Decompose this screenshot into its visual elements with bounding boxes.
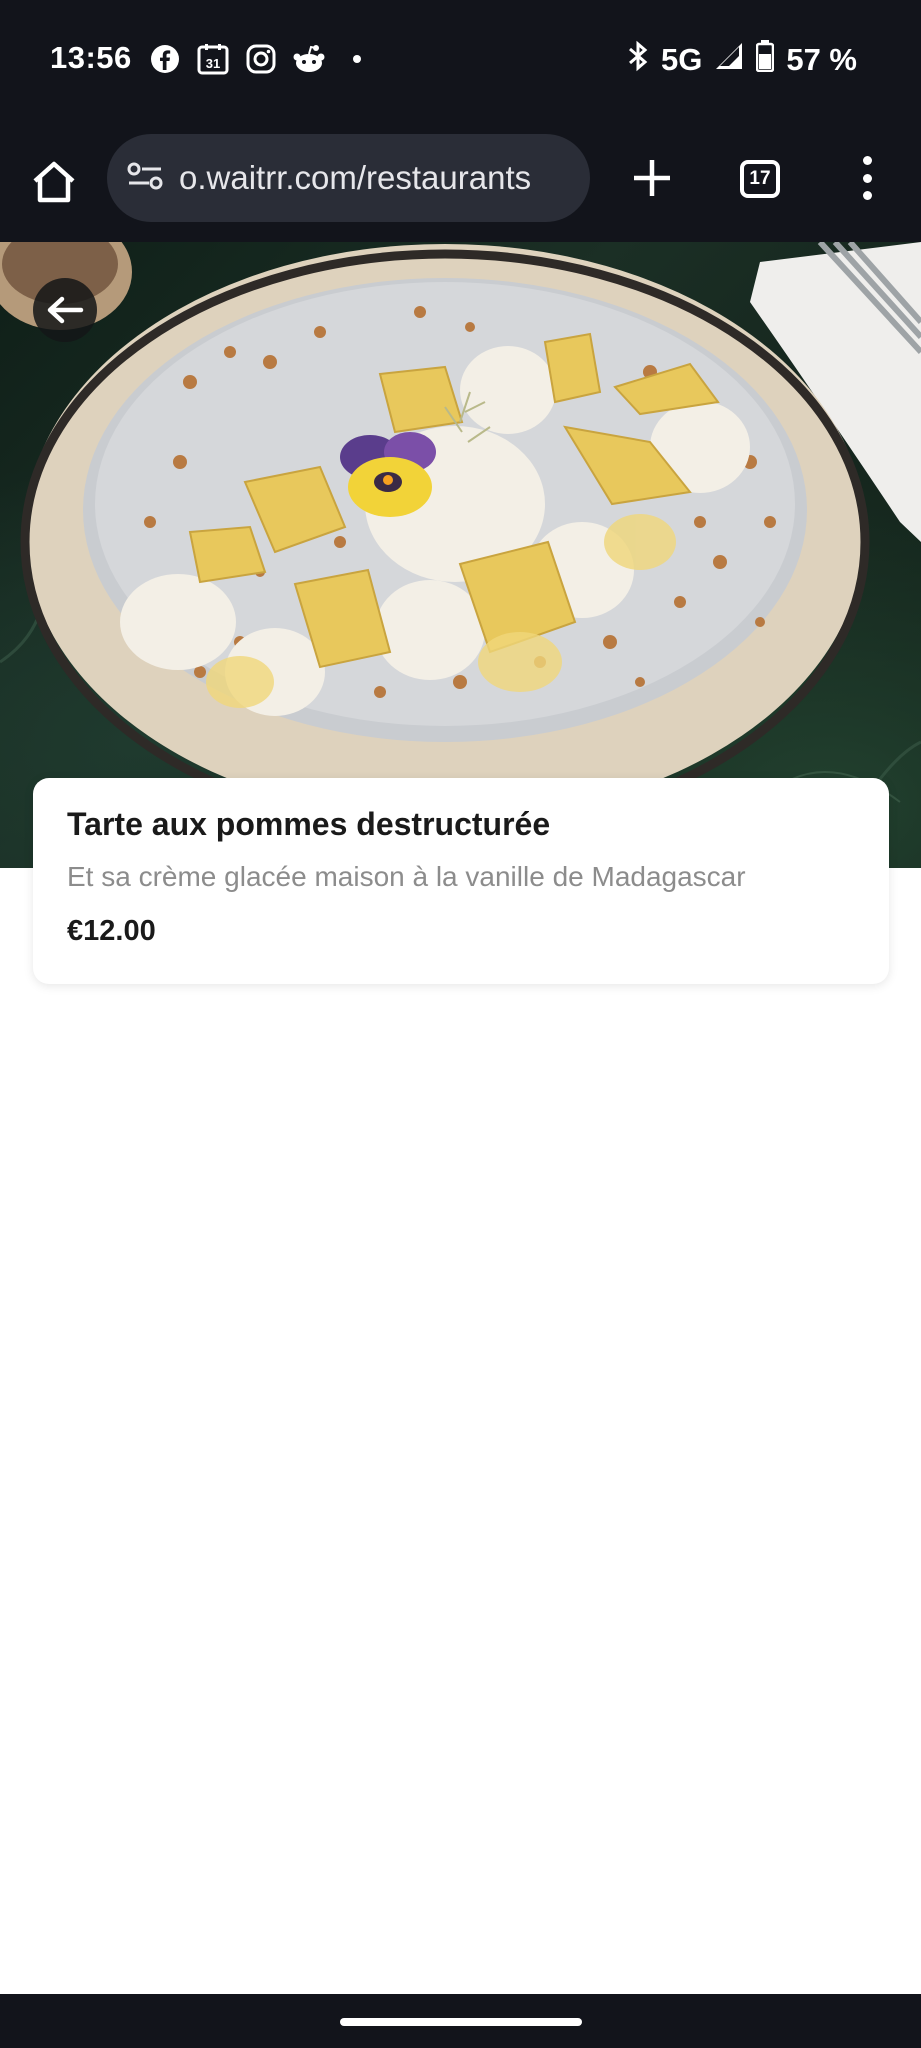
status-time: 13:56 bbox=[50, 40, 132, 75]
arrow-left-icon bbox=[47, 296, 84, 324]
site-settings-icon[interactable] bbox=[127, 161, 163, 196]
instagram-icon bbox=[244, 42, 278, 76]
home-gesture-handle[interactable] bbox=[340, 2018, 582, 2026]
item-description: Et sa crème glacée maison à la vanille d… bbox=[67, 861, 746, 892]
item-info-card: Tarte aux pommes destructurée Et sa crèm… bbox=[33, 778, 889, 984]
tab-switcher-button[interactable]: 17 bbox=[740, 160, 780, 198]
url-bar[interactable]: o.waitrr.com/restaurants bbox=[107, 134, 590, 222]
calendar-icon: 31 bbox=[196, 42, 230, 76]
status-right: 5G 57 % bbox=[627, 40, 857, 80]
new-tab-button[interactable] bbox=[622, 148, 682, 208]
home-icon bbox=[33, 161, 75, 203]
network-label: 5G bbox=[660, 42, 703, 77]
signal-icon bbox=[714, 41, 744, 79]
battery-icon bbox=[756, 40, 775, 80]
menu-dot-icon bbox=[862, 173, 872, 183]
menu-dot-icon bbox=[862, 156, 872, 165]
item-price: €12.00 bbox=[67, 915, 156, 947]
calendar-day: 31 bbox=[206, 56, 220, 71]
gesture-nav-bar bbox=[0, 1994, 921, 2048]
dessert-plate-illustration bbox=[0, 242, 921, 863]
facebook-icon bbox=[148, 42, 182, 76]
plus-icon bbox=[634, 160, 670, 196]
url-text: o.waitrr.com/restaurants bbox=[179, 159, 532, 196]
status-bar: 13:56 31 5G 57 % bbox=[0, 0, 921, 118]
reddit-icon bbox=[292, 42, 326, 76]
battery-label: 57 % bbox=[786, 42, 857, 77]
bluetooth-icon bbox=[627, 40, 649, 80]
overflow-menu-button[interactable] bbox=[852, 148, 882, 208]
dot-icon bbox=[340, 42, 374, 76]
item-title: Tarte aux pommes destructurée bbox=[67, 806, 551, 842]
back-button[interactable] bbox=[33, 278, 97, 342]
notification-icons: 31 bbox=[148, 42, 374, 76]
browser-toolbar: o.waitrr.com/restaurants 17 bbox=[0, 118, 921, 242]
menu-dot-icon bbox=[862, 191, 872, 200]
home-button[interactable] bbox=[26, 154, 82, 210]
dish-image bbox=[0, 242, 921, 868]
